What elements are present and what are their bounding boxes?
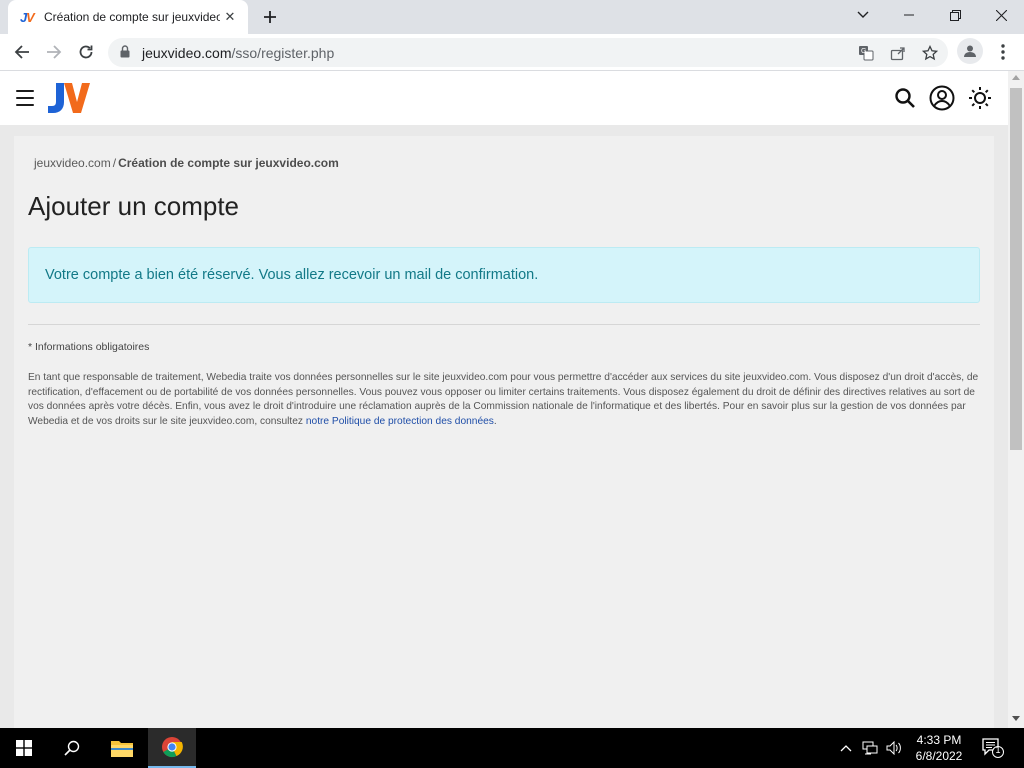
more-vertical-icon [1001, 44, 1005, 60]
restore-button[interactable] [932, 0, 978, 30]
start-button[interactable] [0, 728, 48, 768]
page-scrollbar[interactable] [1008, 71, 1024, 728]
translate-icon[interactable]: G [856, 43, 876, 63]
jv-logo[interactable] [46, 81, 92, 115]
required-fields-note: * Informations obligatoires [28, 341, 150, 353]
plus-icon [264, 11, 276, 23]
url-domain: jeuxvideo.com [142, 45, 232, 61]
chevron-down-icon [857, 11, 869, 18]
minimize-button[interactable] [886, 0, 932, 30]
account-icon[interactable] [929, 85, 955, 111]
new-tab-button[interactable] [258, 6, 282, 28]
search-icon [64, 740, 80, 756]
profile-icon [964, 45, 976, 57]
success-alert: Votre compte a bien été réservé. Vous al… [28, 247, 980, 303]
windows-taskbar: 4:33 PM 6/8/2022 1 [0, 728, 1024, 768]
close-window-button[interactable] [978, 0, 1024, 30]
tray-chevron-up-icon[interactable] [838, 740, 854, 756]
profile-button[interactable] [957, 38, 983, 64]
address-bar[interactable]: jeuxvideo.com/sso/register.php G [108, 38, 948, 67]
tab-search-button[interactable] [840, 0, 886, 30]
url-path: /sso/register.php [231, 45, 335, 61]
windows-logo-icon [16, 740, 32, 756]
page-title: Ajouter un compte [28, 191, 240, 221]
reload-icon [79, 45, 93, 59]
arrow-left-icon [14, 45, 29, 59]
tab-close-icon[interactable]: ✕ [220, 7, 240, 27]
theme-toggle-icon[interactable] [967, 85, 993, 111]
url-text[interactable]: jeuxvideo.com/sso/register.php [142, 45, 334, 61]
jv-favicon-icon: J V [20, 10, 36, 25]
back-button[interactable] [8, 38, 36, 66]
scroll-thumb[interactable] [1010, 88, 1022, 450]
clock-time: 4:33 PM [916, 733, 962, 747]
main-content: jeuxvideo.com / Création de compte sur jeu… [14, 136, 994, 728]
hamburger-menu-icon[interactable] [16, 90, 34, 106]
breadcrumb-home-link[interactable]: jeuxvideo.com [34, 156, 111, 170]
alert-message: Votre compte a bien été réservé. Vous al… [45, 267, 539, 283]
network-icon[interactable] [862, 740, 878, 756]
browser-tab[interactable]: J V Création de compte sur jeuxvideo.com… [8, 0, 248, 34]
chrome-taskbar-button[interactable] [148, 728, 196, 768]
browser-tab-strip: J V Création de compte sur jeuxvideo.com… [0, 0, 1024, 34]
breadcrumb: jeuxvideo.com / Création de compte sur jeu… [34, 156, 339, 170]
legal-notice: En tant que responsable de traitement, W… [28, 371, 983, 429]
chrome-icon [162, 737, 183, 758]
breadcrumb-current: Création de compte sur jeuxvideo.com [118, 156, 339, 170]
browser-toolbar: jeuxvideo.com/sso/register.php G [0, 34, 1024, 71]
browser-menu-button[interactable] [993, 40, 1013, 64]
share-icon[interactable] [888, 43, 908, 63]
divider [28, 324, 980, 325]
bookmark-star-icon[interactable] [920, 43, 940, 63]
site-header [0, 71, 1008, 125]
system-clock[interactable]: 4:33 PM 6/8/2022 [912, 732, 966, 764]
action-center-button[interactable]: 1 [982, 738, 1004, 758]
close-icon [995, 9, 1007, 21]
svg-text:V: V [26, 10, 36, 25]
privacy-policy-link[interactable]: notre Politique de protection des donnée… [306, 416, 494, 427]
taskbar-search-button[interactable] [48, 728, 96, 768]
arrow-right-icon [47, 45, 62, 59]
reload-button[interactable] [72, 38, 100, 66]
breadcrumb-separator: / [112, 156, 117, 170]
clock-date: 6/8/2022 [915, 749, 963, 763]
svg-text:G: G [861, 48, 866, 55]
notification-count: 1 [995, 745, 1001, 755]
forward-button[interactable] [40, 38, 68, 66]
file-explorer-button[interactable] [98, 728, 146, 768]
minimize-icon [904, 14, 914, 16]
volume-icon[interactable] [886, 740, 902, 756]
legal-text: En tant que responsable de traitement, W… [28, 372, 979, 427]
folder-icon [111, 741, 133, 757]
restore-icon [949, 9, 961, 21]
scroll-down-arrow-icon[interactable] [1012, 716, 1020, 721]
legal-end: . [493, 415, 497, 427]
tab-title: Création de compte sur jeuxvideo.com [44, 10, 220, 24]
lock-icon[interactable] [120, 45, 130, 58]
scroll-up-arrow-icon[interactable] [1012, 75, 1020, 80]
search-icon[interactable] [892, 85, 918, 111]
